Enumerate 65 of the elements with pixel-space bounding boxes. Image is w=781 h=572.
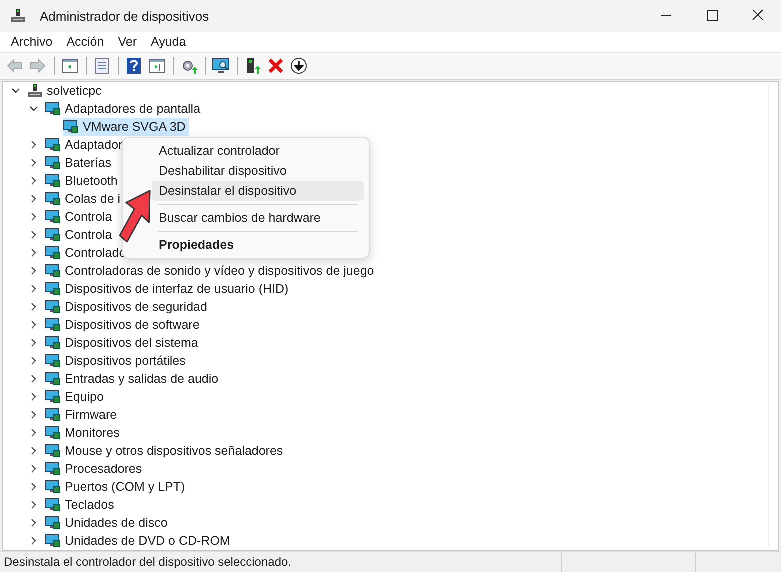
- device-icon: [45, 353, 61, 369]
- tree-item[interactable]: Equipo: [45, 388, 107, 406]
- tree-item[interactable]: Controla: [45, 226, 116, 244]
- device-icon: [45, 425, 61, 441]
- menu-item[interactable]: Ver: [111, 35, 144, 49]
- tree-item[interactable]: VMware SVGA 3D: [63, 118, 189, 136]
- context-menu-item[interactable]: Propiedades: [152, 235, 364, 255]
- tree-item[interactable]: Controlado: [45, 244, 130, 262]
- device-icon: [45, 515, 61, 531]
- tree-item[interactable]: Adaptador: [45, 136, 126, 154]
- device-icon: [45, 317, 61, 333]
- status-text: Desinstala el controlador del dispositivo seleccionado.: [3, 555, 292, 569]
- device-icon: [45, 389, 61, 405]
- device-icon: [45, 101, 61, 117]
- context-menu-item[interactable]: Deshabilitar dispositivo: [152, 161, 364, 181]
- menu-item[interactable]: Acción: [60, 35, 112, 49]
- download-icon[interactable]: [288, 55, 310, 77]
- device-icon: [63, 119, 79, 135]
- device-icon: [45, 533, 61, 549]
- tree-item[interactable]: Dispositivos portátiles: [45, 352, 189, 370]
- menu-item[interactable]: Ayuda: [144, 35, 194, 49]
- device-icon: [45, 479, 61, 495]
- tree-item[interactable]: solveticpc: [27, 82, 105, 100]
- device-icon: [45, 191, 61, 207]
- tree-item[interactable]: Dispositivos del sistema: [45, 334, 202, 352]
- tree-item[interactable]: Teclados: [45, 496, 118, 514]
- tree-item[interactable]: Baterías: [45, 154, 115, 172]
- computer-icon: [10, 8, 26, 24]
- context-menu-item[interactable]: Buscar cambios de hardware: [152, 208, 364, 228]
- device-icon: [45, 173, 61, 189]
- device-icon: [45, 443, 61, 459]
- pointer-arrow: [119, 190, 152, 243]
- context-menu-item[interactable]: Actualizar controlador: [152, 141, 364, 161]
- device-icon: [45, 227, 61, 243]
- tree-item[interactable]: Bluetooth: [45, 172, 121, 190]
- tree-item[interactable]: Monitores: [45, 424, 123, 442]
- device-icon: [45, 335, 61, 351]
- device-icon: [45, 245, 61, 261]
- device-icon: [45, 461, 61, 477]
- device-icon: [45, 155, 61, 171]
- tree-item[interactable]: Dispositivos de interfaz de usuario (HID): [45, 280, 292, 298]
- device-icon: [45, 299, 61, 315]
- tree-item[interactable]: Mouse y otros dispositivos señaladores: [45, 442, 286, 460]
- tree-item[interactable]: Puertos (COM y LPT): [45, 478, 188, 496]
- tree-item[interactable]: Unidades de disco: [45, 514, 171, 532]
- device-icon: [45, 281, 61, 297]
- menu-item[interactable]: Archivo: [4, 35, 60, 49]
- tree-item[interactable]: Controladoras de sonido y vídeo y dispositivos de juego: [45, 262, 378, 280]
- tree-item[interactable]: Controla: [45, 208, 116, 226]
- device-icon: [45, 371, 61, 387]
- tree-item[interactable]: Entradas y salidas de audio: [45, 370, 222, 388]
- context-menu-item[interactable]: Desinstalar el dispositivo: [152, 181, 364, 201]
- tree-item[interactable]: Colas de i: [45, 190, 124, 208]
- window-title: Administrador de dispositivos: [40, 8, 210, 24]
- device-icon: [45, 209, 61, 225]
- tree-item[interactable]: Adaptadores de pantalla: [45, 100, 204, 118]
- device-icon: [45, 407, 61, 423]
- tree-item[interactable]: Unidades de DVD o CD-ROM: [45, 532, 234, 550]
- device-icon: [45, 137, 61, 153]
- tree-item[interactable]: Dispositivos de seguridad: [45, 298, 210, 316]
- device-icon: [45, 497, 61, 513]
- device-icon: [45, 263, 61, 279]
- tree-item[interactable]: Procesadores: [45, 460, 146, 478]
- tree-item[interactable]: Firmware: [45, 406, 120, 424]
- tree-item[interactable]: Dispositivos de software: [45, 316, 203, 334]
